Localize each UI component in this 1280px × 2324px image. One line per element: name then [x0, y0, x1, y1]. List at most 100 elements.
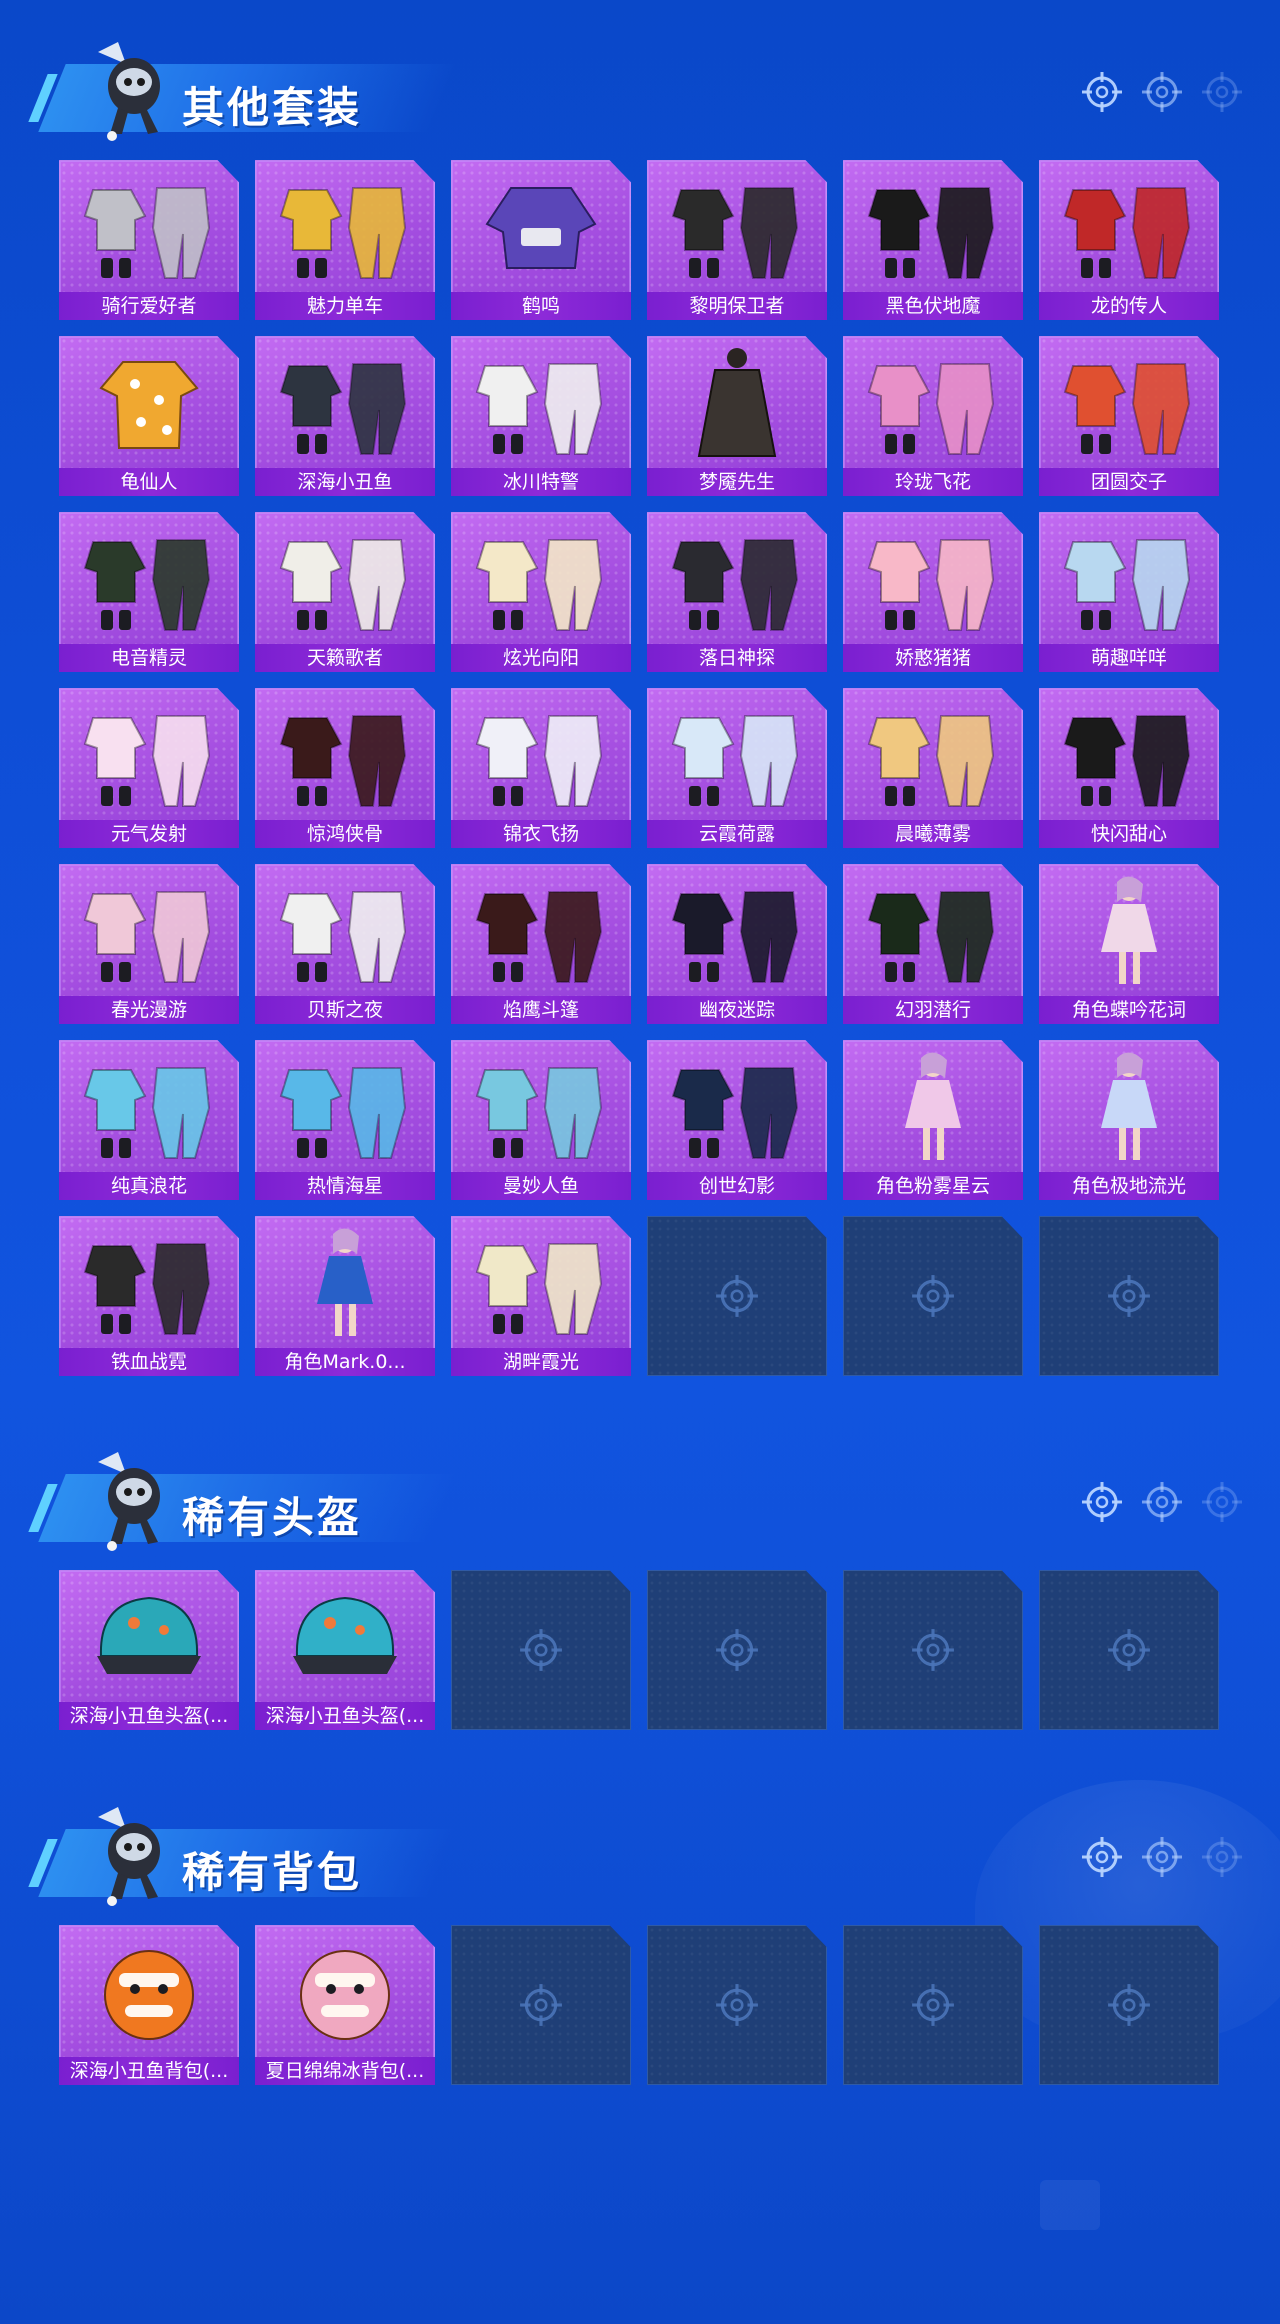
item-card[interactable]: 骑行爱好者 — [59, 160, 239, 320]
outfit-icon — [1059, 168, 1199, 286]
item-card[interactable]: 电音精灵 — [59, 512, 239, 672]
item-card[interactable]: 角色极地流光 — [1039, 1040, 1219, 1200]
item-card[interactable]: 黑色伏地魔 — [843, 160, 1023, 320]
outfit-icon — [667, 696, 807, 814]
outfit-icon — [79, 872, 219, 990]
item-card[interactable]: 纯真浪花 — [59, 1040, 239, 1200]
item-label: 黎明保卫者 — [647, 292, 827, 320]
item-card[interactable]: 深海小丑鱼头盔(... — [59, 1570, 239, 1730]
item-card[interactable]: 热情海星 — [255, 1040, 435, 1200]
item-card[interactable]: 龟仙人 — [59, 336, 239, 496]
item-card[interactable]: 团圆交子 — [1039, 336, 1219, 496]
crosshair-icon — [1200, 1480, 1244, 1524]
item-label: 角色极地流光 — [1039, 1172, 1219, 1200]
crosshair-icon — [1106, 1273, 1152, 1319]
item-card[interactable]: 春光漫游 — [59, 864, 239, 1024]
item-card[interactable]: 创世幻影 — [647, 1040, 827, 1200]
item-card[interactable]: 惊鸿侠骨 — [255, 688, 435, 848]
item-card[interactable]: 快闪甜心 — [1039, 688, 1219, 848]
outfit-icon — [1059, 520, 1199, 638]
outfit-icon — [471, 520, 611, 638]
crosshair-icon — [714, 1273, 760, 1319]
outfit-icon — [275, 696, 415, 814]
item-label: 梦魇先生 — [647, 468, 827, 496]
empty-slot — [647, 1570, 827, 1730]
item-card[interactable]: 魅力单车 — [255, 160, 435, 320]
item-label: 夏日绵绵冰背包(... — [255, 2057, 435, 2085]
item-label: 幽夜迷踪 — [647, 996, 827, 1024]
item-card[interactable]: 深海小丑鱼 — [255, 336, 435, 496]
item-card[interactable]: 娇憨猪猪 — [843, 512, 1023, 672]
empty-slot — [843, 1925, 1023, 2085]
item-label: 元气发射 — [59, 820, 239, 848]
item-card[interactable]: 冰川特警 — [451, 336, 631, 496]
item-label: 创世幻影 — [647, 1172, 827, 1200]
item-card[interactable]: 贝斯之夜 — [255, 864, 435, 1024]
background-crate-decoration — [1040, 2180, 1100, 2230]
crosshair-icon — [714, 1982, 760, 2028]
item-card[interactable]: 元气发射 — [59, 688, 239, 848]
character-icon — [275, 1224, 415, 1342]
outfit-icon — [275, 520, 415, 638]
empty-slot — [451, 1570, 631, 1730]
item-card[interactable]: 龙的传人 — [1039, 160, 1219, 320]
crosshair-icon — [1200, 70, 1244, 114]
item-card[interactable]: 角色粉雾星云 — [843, 1040, 1023, 1200]
item-card[interactable]: 幽夜迷踪 — [647, 864, 827, 1024]
item-card[interactable]: 落日神探 — [647, 512, 827, 672]
item-card[interactable]: 天籁歌者 — [255, 512, 435, 672]
crosshair-icon — [1080, 70, 1124, 114]
item-label: 春光漫游 — [59, 996, 239, 1024]
item-card[interactable]: 深海小丑鱼头盔(... — [255, 1570, 435, 1730]
item-label: 团圆交子 — [1039, 468, 1219, 496]
item-label: 电音精灵 — [59, 644, 239, 672]
character-icon — [1059, 1048, 1199, 1166]
item-card[interactable]: 湖畔霞光 — [451, 1216, 631, 1376]
item-card[interactable]: 炫光向阳 — [451, 512, 631, 672]
item-label: 冰川特警 — [451, 468, 631, 496]
crosshair-icon — [714, 1627, 760, 1673]
outfit-icon — [863, 872, 1003, 990]
crosshair-icon — [910, 1627, 956, 1673]
item-label: 幻羽潜行 — [843, 996, 1023, 1024]
item-label: 角色Mark.0... — [255, 1348, 435, 1376]
item-card[interactable]: 焰鹰斗篷 — [451, 864, 631, 1024]
item-card[interactable]: 幻羽潜行 — [843, 864, 1023, 1024]
item-card[interactable]: 铁血战霓 — [59, 1216, 239, 1376]
item-card[interactable]: 晨曦薄雾 — [843, 688, 1023, 848]
section-title: 稀有头盔 — [182, 1494, 363, 1541]
outfit-icon — [275, 1048, 415, 1166]
outfit-icon — [275, 168, 415, 286]
section-header: 其他套装 — [30, 40, 456, 150]
item-label: 魅力单车 — [255, 292, 435, 320]
item-card[interactable]: 锦衣飞扬 — [451, 688, 631, 848]
item-label: 铁血战霓 — [59, 1348, 239, 1376]
item-card[interactable]: 黎明保卫者 — [647, 160, 827, 320]
item-label: 玲珑飞花 — [843, 468, 1023, 496]
outfit-icon — [275, 872, 415, 990]
item-label: 贝斯之夜 — [255, 996, 435, 1024]
item-card[interactable]: 玲珑飞花 — [843, 336, 1023, 496]
outfit-icon — [1059, 344, 1199, 462]
item-label: 黑色伏地魔 — [843, 292, 1023, 320]
item-label: 惊鸿侠骨 — [255, 820, 435, 848]
character-icon — [863, 1048, 1003, 1166]
outfit-icon — [863, 344, 1003, 462]
item-card[interactable]: 角色蝶吟花词 — [1039, 864, 1219, 1024]
item-card[interactable]: 梦魇先生 — [647, 336, 827, 496]
backpack-icon — [79, 1933, 219, 2051]
outfit-icon — [667, 1048, 807, 1166]
item-label: 湖畔霞光 — [451, 1348, 631, 1376]
item-card[interactable]: 角色Mark.0... — [255, 1216, 435, 1376]
item-card[interactable]: 萌趣咩咩 — [1039, 512, 1219, 672]
item-label: 锦衣飞扬 — [451, 820, 631, 848]
item-card[interactable]: 夏日绵绵冰背包(... — [255, 1925, 435, 2085]
empty-slot — [1039, 1216, 1219, 1376]
crosshair-icon — [1080, 1480, 1124, 1524]
item-card[interactable]: 曼妙人鱼 — [451, 1040, 631, 1200]
empty-slot — [647, 1216, 827, 1376]
crosshair-icon — [1080, 1835, 1124, 1879]
item-card[interactable]: 深海小丑鱼背包(... — [59, 1925, 239, 2085]
item-card[interactable]: 云霞荷露 — [647, 688, 827, 848]
item-card[interactable]: 鹤鸣 — [451, 160, 631, 320]
